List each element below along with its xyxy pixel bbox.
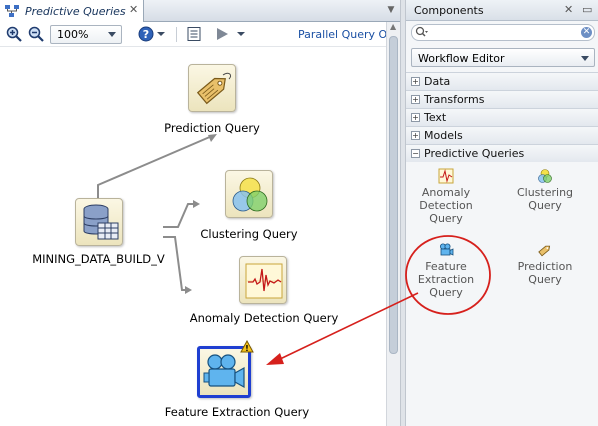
minimize-icon[interactable]: ▭	[582, 3, 592, 16]
tag-icon	[538, 245, 551, 257]
tab-predictive-queries[interactable]: Predictive Queries ✕	[0, 0, 144, 23]
tag-icon	[196, 72, 232, 105]
source-node-label: MINING_DATA_BUILD_V	[32, 252, 165, 266]
item-label-line: Query	[528, 273, 562, 286]
run-icon[interactable]	[214, 26, 230, 42]
feature-node-box	[197, 346, 251, 398]
anomaly-node-label: Anomaly Detection Query	[189, 311, 339, 325]
venn-diagram-icon	[538, 169, 552, 183]
category-label: Models	[424, 129, 463, 142]
category-data[interactable]: + Data	[406, 72, 598, 90]
close-icon[interactable]: ✕	[564, 3, 573, 16]
prediction-node-box	[188, 64, 236, 112]
item-label-line: Prediction	[517, 260, 573, 273]
components-title: Components	[414, 4, 484, 17]
item-label-line: Feature	[425, 260, 467, 273]
category-predictive-queries[interactable]: − Predictive Queries	[406, 144, 598, 162]
palette-item-clustering[interactable]: Clustering Query	[504, 168, 586, 212]
tab-list-chevron-icon[interactable]: ▼	[384, 3, 398, 17]
expand-icon[interactable]: +	[411, 113, 420, 122]
component-search-input[interactable]: ✕	[411, 24, 595, 41]
category-transforms[interactable]: + Transforms	[406, 90, 598, 108]
expand-icon[interactable]: +	[411, 77, 420, 86]
clustering-node-label: Clustering Query	[200, 227, 298, 241]
workflow-editor-panel: Predictive Queries ✕ ▼ 100% ? Parallel Q…	[0, 0, 400, 426]
movie-camera-icon	[203, 354, 245, 389]
warning-icon: !	[240, 340, 254, 353]
expand-icon[interactable]: +	[411, 131, 420, 140]
run-dropdown-icon[interactable]	[236, 26, 246, 42]
clustering-node-box	[225, 170, 273, 218]
close-icon[interactable]: ✕	[129, 3, 138, 16]
zoom-out-icon[interactable]	[28, 26, 44, 42]
vertical-scrollbar[interactable]: ▲	[386, 22, 400, 426]
components-header: Components ✕ ▭	[406, 0, 598, 21]
anomaly-detection-query-node[interactable]: Anomaly Detection Query	[186, 254, 346, 326]
venn-diagram-icon	[232, 177, 268, 212]
scroll-up-icon[interactable]: ▲	[390, 22, 396, 31]
svg-text:!: !	[245, 344, 249, 353]
help-dropdown-icon[interactable]	[156, 26, 166, 42]
item-label-line: Extraction	[417, 273, 475, 286]
zoom-in-icon[interactable]	[6, 26, 22, 42]
movie-camera-icon	[440, 243, 454, 256]
category-models[interactable]: + Models	[406, 126, 598, 144]
item-label-line: Anomaly	[421, 186, 471, 199]
editor-tab-bar: Predictive Queries ✕ ▼	[0, 0, 400, 23]
item-label-line: Detection	[419, 199, 473, 212]
properties-icon[interactable]	[186, 26, 202, 42]
workflow-canvas[interactable]: Prediction Query MINING_DATA_BUILD_V Clu…	[0, 47, 386, 426]
workflow-icon	[5, 5, 19, 17]
expand-icon[interactable]: +	[411, 95, 420, 104]
clear-search-icon[interactable]: ✕	[581, 27, 592, 38]
item-label-line: Query	[429, 286, 463, 299]
item-label-line: Query	[528, 199, 562, 212]
category-text[interactable]: + Text	[406, 108, 598, 126]
item-label-line: Query	[429, 212, 463, 225]
category-label: Transforms	[424, 93, 485, 106]
category-label: Text	[424, 111, 447, 124]
anomaly-node-box	[239, 256, 287, 304]
scroll-thumb[interactable]	[389, 36, 398, 354]
svg-text:?: ?	[143, 28, 149, 41]
parallel-query-link[interactable]: Parallel Query Of	[298, 28, 391, 41]
item-label-line: Clustering	[516, 186, 574, 199]
category-label: Predictive Queries	[424, 147, 525, 160]
help-icon[interactable]: ?	[138, 26, 154, 42]
anomaly-chart-icon	[438, 168, 454, 184]
palette-item-feature-extraction[interactable]: Feature Extraction Query	[410, 242, 482, 299]
toolbar-divider	[176, 27, 177, 42]
palette-selected-value: Workflow Editor	[418, 52, 505, 65]
prediction-query-node[interactable]: Prediction Query	[150, 64, 280, 136]
tab-title: Predictive Queries	[25, 5, 126, 18]
zoom-value: 100%	[57, 28, 89, 41]
editor-toolbar: 100% ? Parallel Query Of	[0, 22, 400, 47]
component-palette-select[interactable]: Workflow Editor	[411, 48, 595, 67]
data-source-node[interactable]: MINING_DATA_BUILD_V	[28, 196, 173, 268]
components-panel: Components ✕ ▭ ✕ Workflow Editor + Data …	[406, 0, 598, 426]
chevron-down-icon	[581, 56, 589, 61]
feature-extraction-query-node[interactable]: ! Feature Extraction Query	[148, 340, 338, 420]
palette-item-prediction[interactable]: Prediction Query	[504, 242, 586, 286]
search-icon	[415, 26, 428, 37]
zoom-select[interactable]: 100%	[50, 25, 122, 44]
category-label: Data	[424, 75, 451, 88]
prediction-node-label: Prediction Query	[164, 121, 260, 135]
database-icon	[83, 204, 119, 240]
anomaly-chart-icon	[245, 263, 283, 299]
feature-node-label: Feature Extraction Query	[164, 405, 310, 419]
palette-item-anomaly-detection[interactable]: Anomaly Detection Query	[410, 168, 482, 225]
chevron-down-icon	[108, 32, 116, 37]
clustering-query-node[interactable]: Clustering Query	[190, 168, 310, 241]
source-node-box	[75, 198, 123, 246]
collapse-icon[interactable]: −	[411, 149, 420, 158]
